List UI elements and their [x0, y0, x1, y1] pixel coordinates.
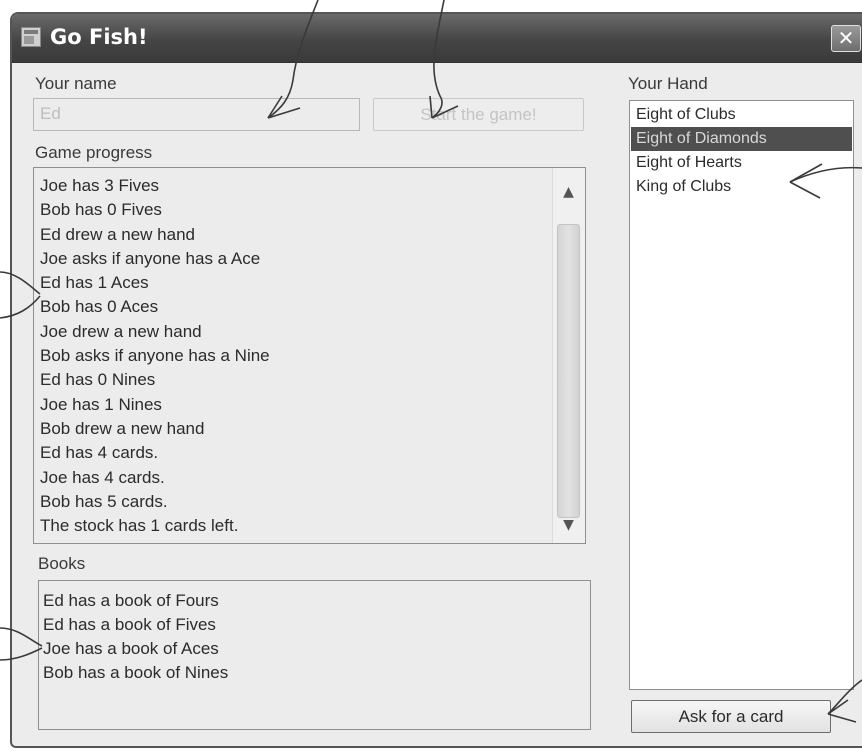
- progress-line: Bob has 5 cards.: [40, 491, 168, 511]
- game-progress-textbox[interactable]: Joe has 3 Fives Bob has 0 Fives Ed drew a …: [33, 167, 586, 544]
- window-title: Go Fish!: [50, 25, 148, 49]
- scroll-thumb[interactable]: [557, 224, 580, 518]
- hand-card-item[interactable]: Eight of Clubs: [631, 103, 852, 127]
- progress-scrollbar[interactable]: ▲ ▼: [552, 168, 585, 543]
- start-game-button[interactable]: Start the game!: [373, 98, 584, 131]
- book-line: Joe has a book of Aces: [43, 639, 219, 658]
- app-icon: [21, 27, 41, 47]
- name-input[interactable]: Ed: [33, 98, 360, 131]
- progress-line: Ed has 0 Nines: [40, 370, 156, 390]
- game-progress-label: Game progress: [35, 143, 153, 162]
- your-name-label: Your name: [35, 74, 117, 93]
- book-line: Ed has a book of Fives: [43, 615, 216, 634]
- book-line: Ed has a book of Fours: [43, 591, 219, 610]
- book-line: Bob has a book of Nines: [43, 663, 229, 682]
- ask-for-card-button[interactable]: Ask for a card: [631, 700, 831, 733]
- progress-line: Bob has 0 Aces: [40, 297, 159, 317]
- progress-line: Ed drew a new hand: [40, 224, 195, 244]
- progress-line: Bob asks if anyone has a Nine: [40, 346, 270, 366]
- books-label: Books: [38, 554, 86, 573]
- hand-card-item[interactable]: King of Clubs: [631, 175, 852, 199]
- progress-line: Ed has 4 cards.: [40, 443, 159, 463]
- scroll-up-arrow-icon[interactable]: ▲: [556, 180, 581, 204]
- progress-line: Ed has 1 Aces: [40, 273, 149, 293]
- progress-line: Bob has 0 Fives: [40, 200, 162, 220]
- books-textbox[interactable]: Ed has a book of Fours Ed has a book of F…: [38, 580, 591, 730]
- progress-line: Joe has 1 Nines: [40, 394, 162, 414]
- your-hand-label: Your Hand: [628, 74, 708, 93]
- progress-line: The stock has 1 cards left.: [40, 516, 239, 536]
- hand-card-item[interactable]: Eight of Diamonds: [631, 127, 852, 151]
- scroll-down-arrow-icon[interactable]: ▼: [556, 513, 581, 537]
- books-lines: Ed has a book of Fours Ed has a book of F…: [43, 589, 228, 685]
- title-bar[interactable]: Go Fish! ✕: [12, 14, 862, 63]
- game-progress-lines: Joe has 3 Fives Bob has 0 Fives Ed drew a …: [40, 174, 270, 538]
- progress-line: Joe has 4 cards.: [40, 467, 165, 487]
- hand-listbox[interactable]: Eight of Clubs Eight of Diamonds Eight of …: [629, 100, 854, 690]
- hand-card-item[interactable]: Eight of Hearts: [631, 151, 852, 175]
- progress-line: Joe has 3 Fives: [40, 176, 160, 195]
- progress-line: Joe asks if anyone has a Ace: [40, 248, 261, 268]
- close-button[interactable]: ✕: [831, 25, 861, 52]
- progress-line: Bob drew a new hand: [40, 418, 205, 438]
- progress-line: Joe drew a new hand: [40, 321, 202, 341]
